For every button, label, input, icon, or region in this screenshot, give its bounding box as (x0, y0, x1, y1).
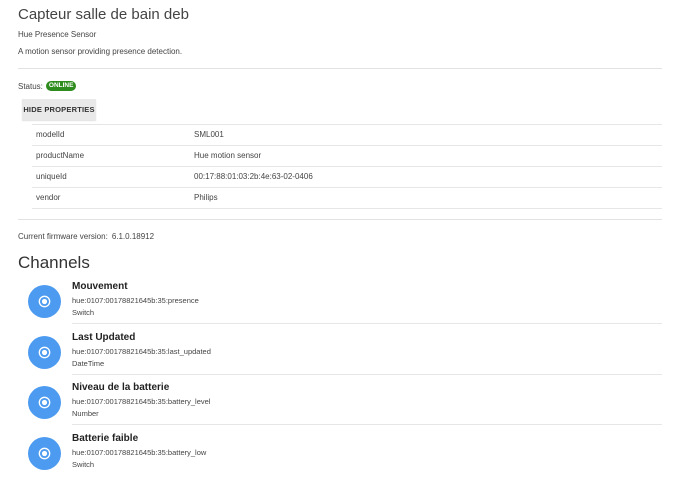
channel-item[interactable]: Niveau de la batterie hue:0107:001788216… (28, 382, 662, 432)
property-value: Hue motion sensor (194, 151, 262, 160)
firmware-version: Current firmware version: 6.1.0.18912 (18, 232, 154, 241)
thing-detail-page: Capteur salle de bain deb Hue Presence S… (0, 0, 690, 494)
divider (18, 219, 662, 220)
radio-button-icon (28, 386, 61, 419)
radio-button-icon (28, 437, 61, 470)
firmware-value: 6.1.0.18912 (111, 232, 155, 241)
channel-type: Switch (72, 460, 95, 469)
status-label: Status: (18, 81, 43, 91)
channel-uid: hue:0107:00178821645b:35:battery_low (72, 448, 207, 457)
radio-button-icon (28, 285, 61, 318)
channel-type: DateTime (72, 359, 105, 368)
channels-heading: Channels (18, 253, 90, 272)
divider (72, 424, 662, 425)
channel-item[interactable]: Last Updated hue:0107:00178821645b:35:la… (28, 332, 662, 382)
channel-name: Mouvement (72, 281, 128, 292)
channel-name: Batterie faible (72, 433, 139, 444)
status-row: Status: ONLINE (18, 81, 77, 91)
channel-item[interactable]: Batterie faible hue:0107:00178821645b:35… (28, 433, 662, 483)
property-value: Philips (194, 193, 218, 202)
channel-uid: hue:0107:00178821645b:35:presence (72, 296, 199, 305)
table-row: productName Hue motion sensor (32, 146, 662, 167)
channel-item[interactable]: Mouvement hue:0107:00178821645b:35:prese… (28, 281, 662, 331)
thing-type-label: Hue Presence Sensor (18, 30, 97, 39)
property-value: 00:17:88:01:03:2b:4e:63-02-0406 (194, 172, 313, 181)
divider (72, 323, 662, 324)
page-title: Capteur salle de bain deb (18, 6, 189, 23)
property-value: SML001 (194, 130, 224, 139)
table-row: uniqueId 00:17:88:01:03:2b:4e:63-02-0406 (32, 167, 662, 188)
firmware-label: Current firmware version: (18, 232, 108, 241)
divider (72, 374, 662, 375)
table-row: modelId SML001 (32, 125, 662, 146)
status-badge: ONLINE (45, 81, 77, 91)
channel-name: Last Updated (72, 332, 136, 343)
hide-properties-button[interactable]: HIDE PROPERTIES (22, 99, 96, 120)
channel-uid: hue:0107:00178821645b:35:battery_level (72, 397, 211, 406)
property-key: uniqueId (36, 172, 67, 181)
channel-name: Niveau de la batterie (72, 382, 170, 393)
properties-table: modelId SML001 productName Hue motion se… (32, 124, 662, 209)
table-row: vendor Philips (32, 188, 662, 209)
divider (18, 68, 662, 69)
thing-description: A motion sensor providing presence detec… (18, 47, 183, 56)
channel-type: Number (72, 409, 99, 418)
property-key: productName (36, 151, 85, 160)
channel-type: Switch (72, 308, 95, 317)
channel-uid: hue:0107:00178821645b:35:last_updated (72, 347, 211, 356)
property-key: modelId (36, 130, 65, 139)
property-key: vendor (36, 193, 61, 202)
radio-button-icon (28, 336, 61, 369)
